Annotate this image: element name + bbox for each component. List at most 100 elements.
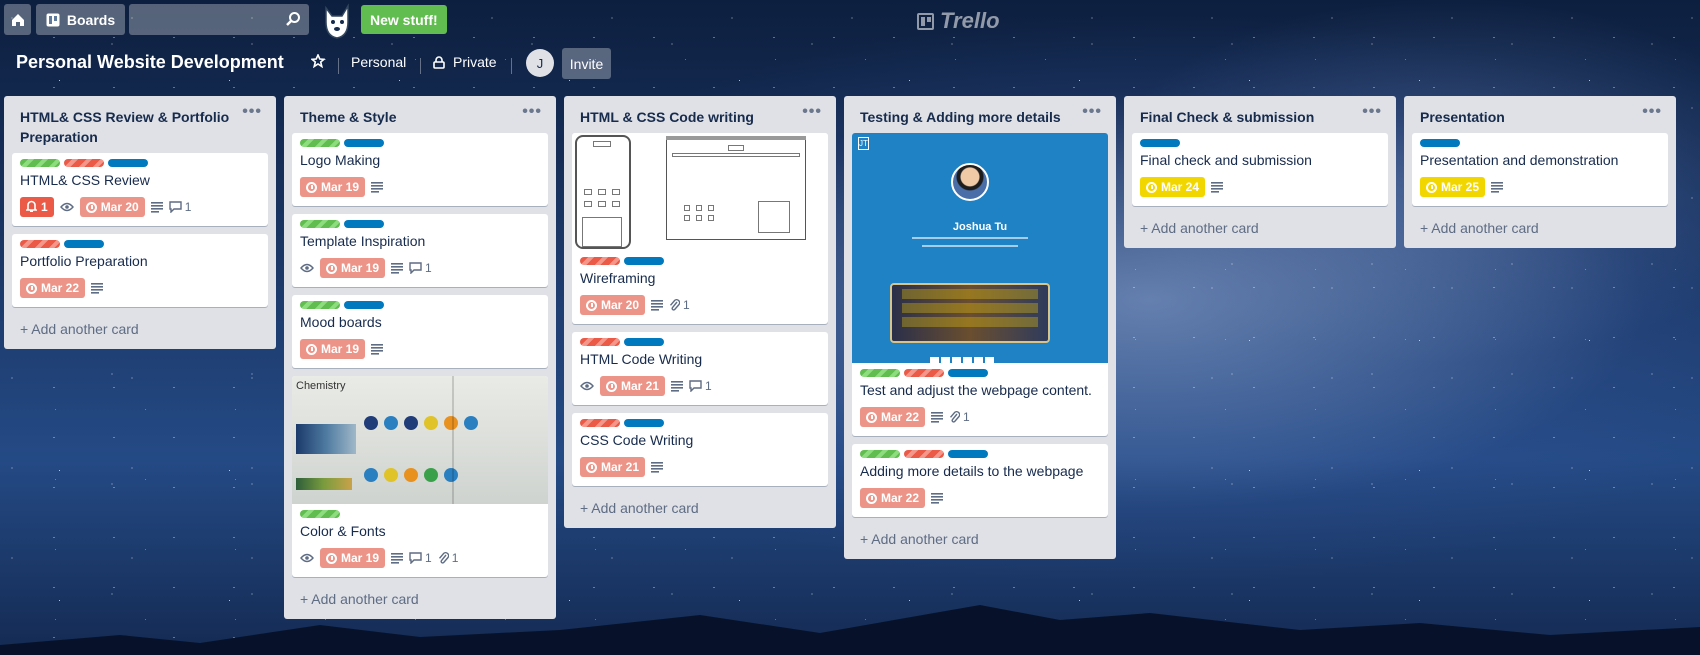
due-date-badge[interactable]: Mar 22 — [860, 407, 926, 427]
list-header[interactable]: HTML & CSS Code writing ••• — [572, 96, 828, 133]
search-input[interactable] — [129, 4, 309, 35]
due-date-badge[interactable]: Mar 21 — [580, 457, 646, 477]
card[interactable]: Final check and submission Mar 24 — [1132, 133, 1388, 206]
list-header[interactable]: Final Check & submission ••• — [1132, 96, 1388, 133]
add-card-button[interactable]: + Add another card — [12, 315, 268, 343]
due-date-badge[interactable]: Mar 19 — [300, 339, 366, 359]
label-blue[interactable] — [624, 419, 664, 427]
card[interactable]: Mood boards Mar 19 — [292, 295, 548, 368]
card[interactable]: Template Inspiration Mar 19 1 — [292, 214, 548, 287]
list-header[interactable]: HTML& CSS Review & Portfolio Preparation… — [12, 96, 268, 153]
board-title[interactable]: Personal Website Development — [16, 52, 284, 73]
list-menu-icon[interactable]: ••• — [1362, 102, 1382, 122]
due-date-badge[interactable]: Mar 25 — [1420, 177, 1486, 197]
list-title[interactable]: Testing & Adding more details — [860, 109, 1061, 125]
label-green[interactable] — [860, 450, 900, 458]
clock-icon — [1426, 181, 1437, 193]
list-menu-icon[interactable]: ••• — [522, 102, 542, 122]
list-header[interactable]: Testing & Adding more details ••• — [852, 96, 1108, 133]
boards-button[interactable]: Boards — [36, 4, 125, 35]
card[interactable]: HTML& CSS Review 1 Mar 20 1 — [12, 153, 268, 226]
list-1: HTML& CSS Review & Portfolio Preparation… — [4, 96, 276, 349]
card-labels — [580, 257, 820, 265]
label-blue[interactable] — [108, 159, 148, 167]
card[interactable]: Portfolio Preparation Mar 22 — [12, 234, 268, 307]
card[interactable]: Wireframing Mar 20 1 — [572, 133, 828, 324]
card[interactable]: HTML Code Writing Mar 21 1 — [572, 332, 828, 405]
label-red[interactable] — [904, 450, 944, 458]
list-title[interactable]: Final Check & submission — [1140, 109, 1314, 125]
due-date-badge[interactable]: Mar 22 — [20, 278, 86, 298]
new-stuff-button[interactable]: New stuff! — [361, 5, 447, 34]
list-title[interactable]: Theme & Style — [300, 109, 396, 125]
label-blue[interactable] — [948, 450, 988, 458]
taco-mascot-icon[interactable] — [318, 2, 356, 40]
label-green[interactable] — [300, 510, 340, 518]
label-blue[interactable] — [344, 220, 384, 228]
list-header[interactable]: Theme & Style ••• — [292, 96, 548, 133]
label-blue[interactable] — [624, 338, 664, 346]
label-blue[interactable] — [344, 139, 384, 147]
card-labels — [300, 220, 540, 228]
card-badges: Mar 19 1 — [300, 255, 540, 281]
list-title[interactable]: Presentation — [1420, 109, 1505, 125]
watching-badge — [300, 263, 314, 273]
star-button[interactable] — [311, 54, 325, 68]
avatar[interactable]: J — [526, 49, 554, 77]
clock-icon — [606, 380, 617, 392]
list-header[interactable]: Presentation ••• — [1412, 96, 1668, 133]
label-red[interactable] — [904, 369, 944, 377]
team-button[interactable]: Personal — [351, 54, 406, 70]
add-card-button[interactable]: + Add another card — [572, 494, 828, 522]
add-card-button[interactable]: + Add another card — [1412, 214, 1668, 242]
label-red[interactable] — [20, 240, 60, 248]
label-green[interactable] — [300, 139, 340, 147]
due-date-badge[interactable]: Mar 19 — [320, 258, 386, 278]
label-blue[interactable] — [624, 257, 664, 265]
label-red[interactable] — [580, 257, 620, 265]
list-menu-icon[interactable]: ••• — [802, 102, 822, 122]
due-date-badge[interactable]: Mar 19 — [300, 177, 366, 197]
label-blue[interactable] — [1140, 139, 1180, 147]
list-menu-icon[interactable]: ••• — [242, 102, 262, 122]
card[interactable]: CSS Code Writing Mar 21 — [572, 413, 828, 486]
label-blue[interactable] — [1420, 139, 1460, 147]
add-card-button[interactable]: + Add another card — [1132, 214, 1388, 242]
due-date-badge[interactable]: Mar 22 — [860, 488, 926, 508]
card[interactable]: Adding more details to the webpage Mar 22 — [852, 444, 1108, 517]
label-green[interactable] — [20, 159, 60, 167]
visibility-button[interactable]: Private — [433, 54, 497, 70]
due-date-badge[interactable]: Mar 19 — [320, 548, 386, 568]
list-menu-icon[interactable]: ••• — [1082, 102, 1102, 122]
due-date-badge[interactable]: Mar 20 — [79, 197, 145, 217]
label-red[interactable] — [64, 159, 104, 167]
label-green[interactable] — [300, 220, 340, 228]
card[interactable]: Logo Making Mar 19 — [292, 133, 548, 206]
list-menu-icon[interactable]: ••• — [1642, 102, 1662, 122]
description-badge — [931, 492, 944, 504]
label-blue[interactable] — [344, 301, 384, 309]
label-green[interactable] — [860, 369, 900, 377]
home-button[interactable] — [4, 4, 31, 35]
list-title[interactable]: HTML & CSS Code writing — [580, 109, 754, 125]
trello-logo[interactable]: Trello — [917, 8, 1000, 34]
star-icon — [311, 54, 325, 68]
card[interactable]: Presentation and demonstration Mar 25 — [1412, 133, 1668, 206]
clock-icon — [306, 181, 317, 193]
list-title[interactable]: HTML& CSS Review & Portfolio Preparation — [20, 109, 229, 145]
card[interactable]: JT Joshua Tu Test and adjust the webpage… — [852, 133, 1108, 436]
add-card-button[interactable]: + Add another card — [292, 585, 548, 613]
label-blue[interactable] — [948, 369, 988, 377]
card[interactable]: Chemistry Color & Fonts Mar 19 1 1 — [292, 376, 548, 577]
due-date-badge[interactable]: Mar 21 — [600, 376, 666, 396]
due-date-badge[interactable]: Mar 20 — [580, 295, 646, 315]
due-date-badge[interactable]: Mar 24 — [1140, 177, 1206, 197]
add-card-button[interactable]: + Add another card — [852, 525, 1108, 553]
invite-button[interactable]: Invite — [562, 48, 611, 79]
label-red[interactable] — [580, 338, 620, 346]
card-title: Portfolio Preparation — [20, 253, 148, 269]
list-3: HTML & CSS Code writing ••• Wireframing Ma… — [564, 96, 836, 528]
label-blue[interactable] — [64, 240, 104, 248]
label-red[interactable] — [580, 419, 620, 427]
label-green[interactable] — [300, 301, 340, 309]
